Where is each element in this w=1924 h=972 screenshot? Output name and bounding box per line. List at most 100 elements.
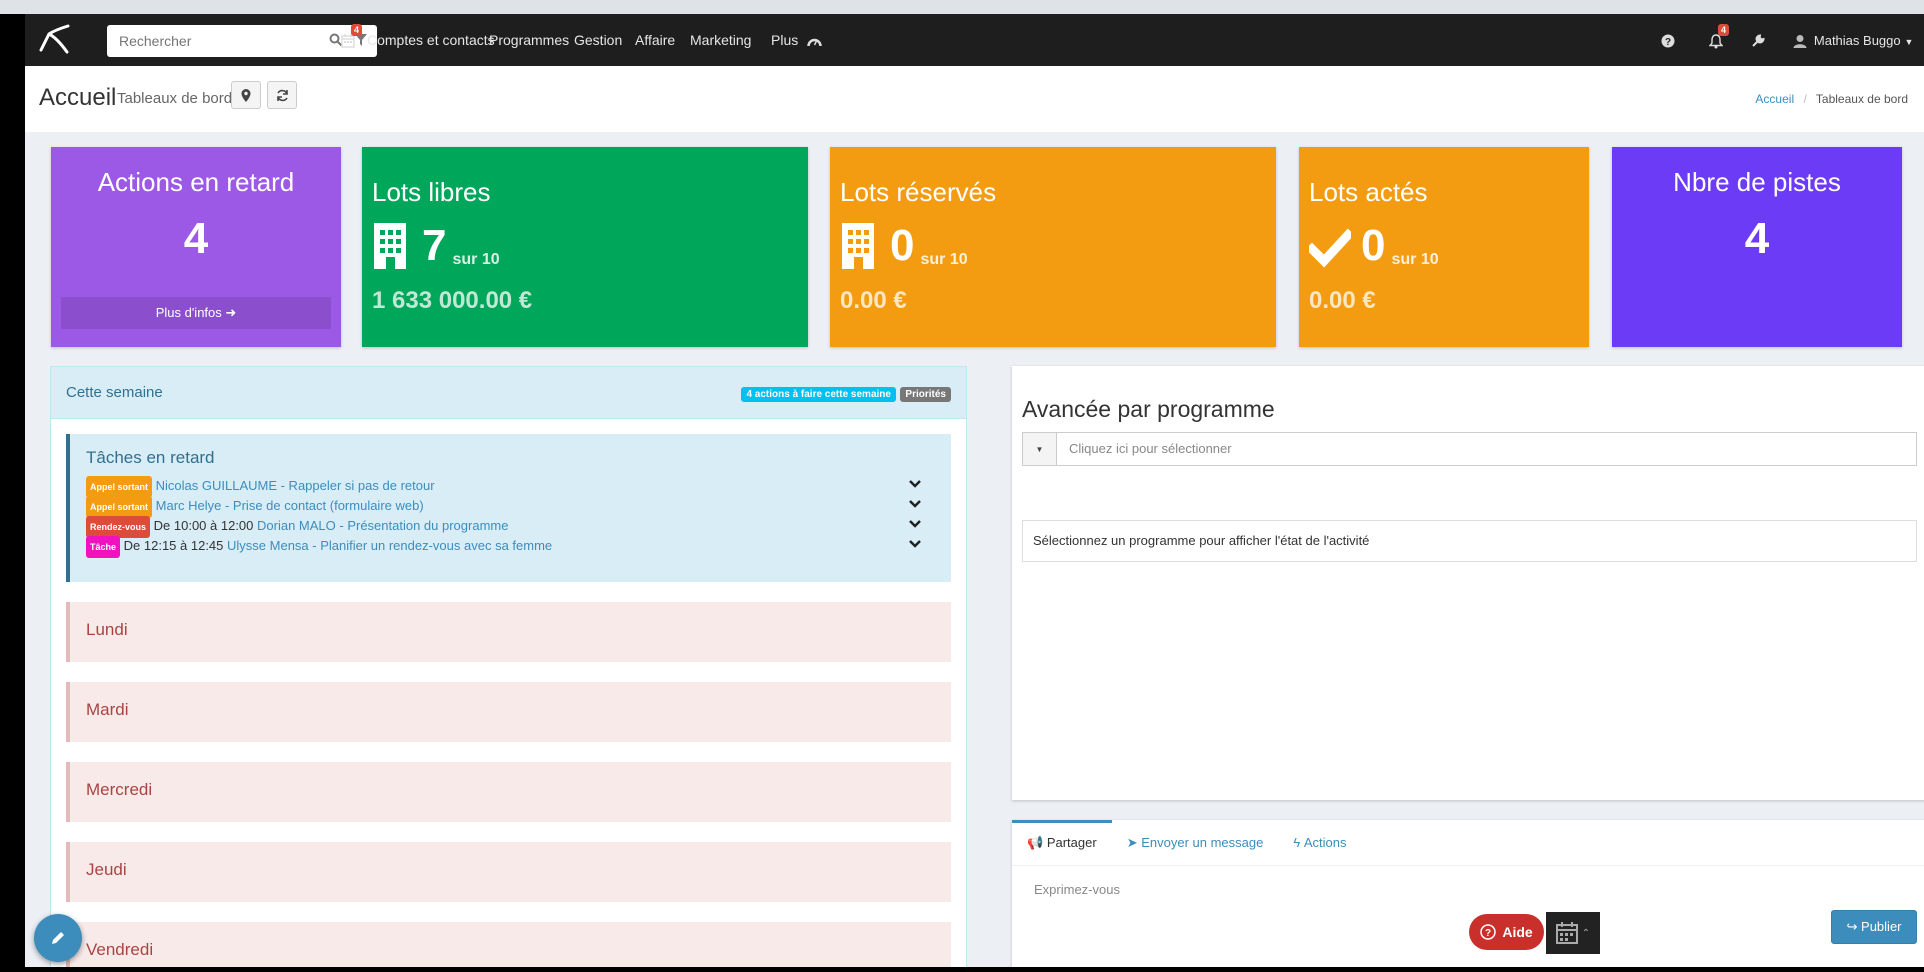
program-select[interactable]: ▼ Cliquez ici pour sélectionner bbox=[1022, 432, 1917, 466]
building-icon bbox=[374, 223, 406, 269]
calendar-icon bbox=[1555, 922, 1578, 944]
late-tasks-section: Tâches en retard Appel sortant Nicolas G… bbox=[66, 434, 951, 582]
reserved-lots-box: Lots réservés 0 sur 10 0.00 € bbox=[830, 147, 1276, 347]
avatar-icon bbox=[1793, 35, 1807, 49]
page-title: Accueil bbox=[39, 84, 117, 111]
question-icon: ? bbox=[1661, 34, 1675, 48]
program-select-placeholder: Cliquez ici pour sélectionner bbox=[1069, 441, 1232, 456]
menu-comptes[interactable]: Comptes et contacts bbox=[367, 14, 495, 66]
task-row: Rendez-vous De 10:00 à 12:00 Dorian MALO… bbox=[86, 516, 931, 538]
day-friday[interactable]: Vendredi bbox=[66, 922, 951, 967]
breadcrumb-current: Tableaux de bord bbox=[1815, 92, 1908, 106]
task-link[interactable]: Marc Helye - Prise de contact (formulair… bbox=[156, 498, 424, 513]
task-row: Tâche De 12:15 à 12:45 Ulysse Mensa - Pl… bbox=[86, 536, 931, 558]
late-actions-value: 4 bbox=[183, 214, 209, 263]
caret-down-icon: ▼ bbox=[1904, 37, 1914, 47]
check-icon bbox=[1309, 228, 1351, 268]
reserved-lots-value: 0 bbox=[890, 221, 915, 270]
menu-marketing[interactable]: Marketing bbox=[690, 14, 751, 66]
week-panel-body: Tâches en retard Appel sortant Nicolas G… bbox=[51, 419, 966, 967]
chevron-down-icon[interactable] bbox=[909, 499, 921, 509]
notifications-nav[interactable]: 4 bbox=[1708, 14, 1730, 66]
task-link[interactable]: Nicolas GUILLAUME - Rappeler si pas de r… bbox=[156, 478, 435, 493]
calendar-nav[interactable]: 4 bbox=[341, 14, 363, 66]
share-tabs: 📢 Partager ➤ Envoyer un message ϟ Action… bbox=[1012, 820, 1924, 866]
share-panel: 📢 Partager ➤ Envoyer un message ϟ Action… bbox=[1012, 820, 1924, 967]
leads-title: Nbre de pistes bbox=[1673, 167, 1841, 197]
actions-count-badge[interactable]: 4 actions à faire cette semaine bbox=[741, 386, 896, 402]
task-row: Appel sortant Nicolas GUILLAUME - Rappel… bbox=[86, 476, 931, 498]
location-button[interactable] bbox=[231, 81, 261, 109]
chevron-down-icon[interactable] bbox=[909, 519, 921, 529]
task-link[interactable]: Dorian MALO - Présentation du programme bbox=[257, 518, 508, 533]
leads-value: 4 bbox=[1744, 214, 1770, 263]
tab-actions[interactable]: ϟ Actions bbox=[1278, 820, 1361, 865]
select-dropdown-button[interactable]: ▼ bbox=[1023, 433, 1057, 465]
task-row: Appel sortant Marc Helye - Prise de cont… bbox=[86, 496, 931, 518]
day-monday[interactable]: Lundi bbox=[66, 602, 951, 662]
help-button[interactable]: ? Aide bbox=[1469, 914, 1544, 950]
browser-strip bbox=[0, 0, 1924, 14]
chevron-down-icon[interactable] bbox=[909, 539, 921, 549]
publish-label: Publier bbox=[1861, 919, 1902, 934]
tab-share[interactable]: 📢 Partager bbox=[1012, 820, 1112, 865]
chevron-down-icon[interactable] bbox=[909, 479, 921, 489]
dashboard-nav[interactable] bbox=[807, 14, 822, 66]
free-lots-value: 7 bbox=[422, 221, 447, 270]
tab-send-message-label: Envoyer un message bbox=[1141, 835, 1264, 850]
app-logo[interactable] bbox=[35, 22, 75, 58]
menu-affaire[interactable]: Affaire bbox=[635, 14, 675, 66]
reserved-lots-amount: 0.00 € bbox=[840, 287, 907, 314]
day-thursday[interactable]: Jeudi bbox=[66, 842, 951, 902]
acted-lots-amount: 0.00 € bbox=[1309, 287, 1376, 314]
task-time: De 10:00 à 12:00 bbox=[153, 518, 254, 533]
help-nav[interactable]: ? bbox=[1661, 14, 1675, 66]
day-wednesday[interactable]: Mercredi bbox=[66, 762, 951, 822]
breadcrumb: Accueil / Tableaux de bord bbox=[1755, 92, 1908, 106]
search-input[interactable] bbox=[107, 25, 297, 57]
free-lots-amount: 1 633 000.00 € bbox=[372, 287, 533, 314]
calendar-quick-button[interactable]: ⌃ bbox=[1546, 912, 1600, 954]
late-actions-box: Actions en retard 4 Plus d'infos ➜ bbox=[51, 147, 341, 347]
share-input[interactable]: Exprimez-vous bbox=[1034, 882, 1120, 897]
content-header: Accueil Tableaux de bord Accueil / Table… bbox=[25, 66, 1924, 132]
edit-fab-button[interactable] bbox=[34, 914, 82, 962]
more-info-link[interactable]: Plus d'infos ➜ bbox=[61, 297, 331, 329]
tab-send-message[interactable]: ➤ Envoyer un message bbox=[1112, 820, 1279, 865]
breadcrumb-separator: / bbox=[1803, 92, 1807, 106]
late-actions-title: Actions en retard bbox=[97, 167, 295, 197]
user-menu[interactable]: Mathias Buggo ▼ bbox=[1793, 14, 1913, 66]
reserved-lots-of: sur 10 bbox=[920, 251, 968, 268]
breadcrumb-home[interactable]: Accueil bbox=[1755, 92, 1794, 106]
settings-nav[interactable] bbox=[1751, 14, 1765, 66]
free-lots-box: Lots libres 7 sur 10 1 633 000.00 € bbox=[362, 147, 808, 347]
acted-lots-title: Lots actés bbox=[1309, 177, 1428, 207]
more-info-label: Plus d'infos bbox=[155, 305, 222, 320]
late-tasks-title: Tâches en retard bbox=[86, 448, 215, 467]
week-title: Cette semaine bbox=[66, 384, 163, 401]
refresh-button[interactable] bbox=[267, 81, 297, 109]
publish-button[interactable]: ↪ Publier bbox=[1831, 910, 1917, 944]
task-type-badge: Tâche bbox=[86, 536, 121, 558]
task-time: De 12:15 à 12:45 bbox=[123, 538, 224, 553]
bullhorn-icon: 📢 bbox=[1027, 835, 1044, 850]
week-panel-header: Cette semaine 4 actions à faire cette se… bbox=[51, 367, 966, 419]
wrench-icon bbox=[1752, 34, 1765, 48]
task-link[interactable]: Ulysse Mensa - Planifier un rendez-vous … bbox=[227, 538, 552, 553]
calendar-icon bbox=[341, 34, 355, 49]
bell-icon bbox=[1708, 34, 1724, 49]
share-arrow-icon: ↪ bbox=[1846, 919, 1858, 934]
menu-gestion[interactable]: Gestion bbox=[574, 14, 622, 66]
dashboard-icon bbox=[807, 38, 822, 46]
free-lots-of: sur 10 bbox=[452, 251, 500, 268]
chevron-up-icon: ⌃ bbox=[1581, 927, 1591, 939]
menu-plus[interactable]: Plus bbox=[771, 14, 798, 66]
building-icon bbox=[842, 223, 874, 269]
tab-share-label: Partager bbox=[1046, 835, 1097, 850]
user-name: Mathias Buggo bbox=[1813, 33, 1901, 48]
day-tuesday[interactable]: Mardi bbox=[66, 682, 951, 742]
menu-programmes[interactable]: Programmes bbox=[489, 14, 569, 66]
priorities-badge[interactable]: Priorités bbox=[900, 386, 951, 402]
bottom-border bbox=[0, 967, 1924, 972]
refresh-icon bbox=[276, 89, 288, 101]
